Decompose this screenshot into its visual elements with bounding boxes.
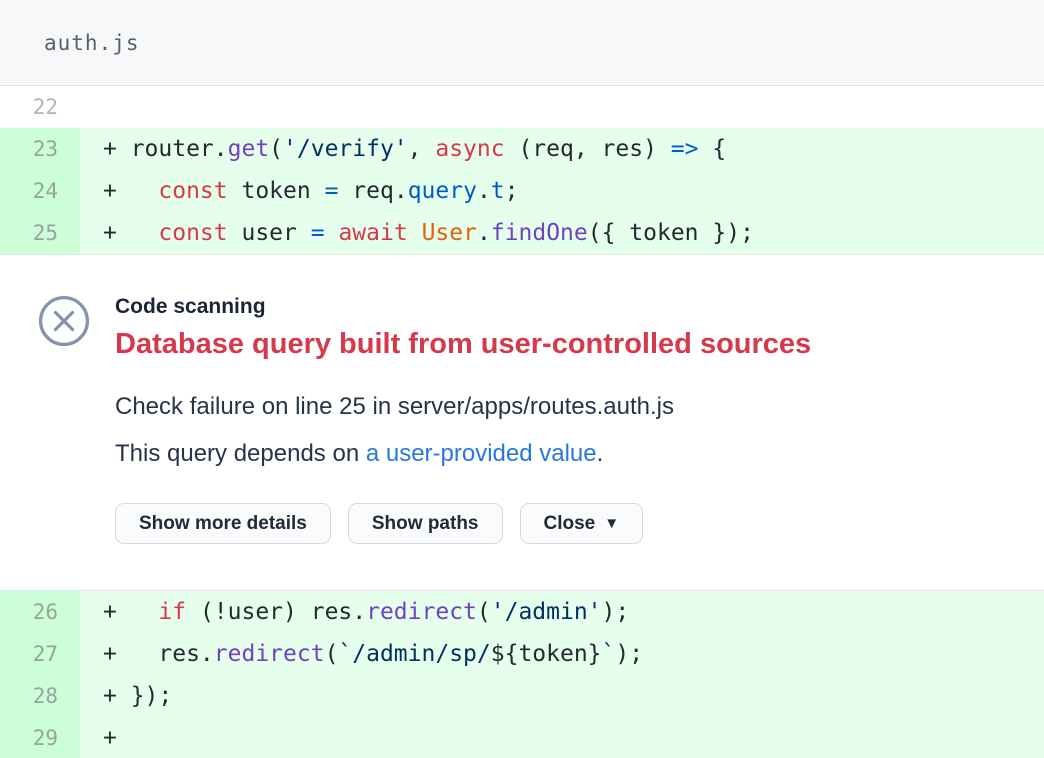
code-content — [80, 86, 1044, 128]
code-token: ); — [615, 641, 643, 667]
code-token: `/admin/sp/ — [338, 641, 490, 667]
diff-line-23: 23+ router.get('/verify', async (req, re… — [0, 128, 1044, 170]
code-token: + — [103, 220, 158, 246]
code-content: + router.get('/verify', async (req, res)… — [80, 128, 1044, 170]
code-token: ({ token }); — [588, 220, 754, 246]
code-token: (!user) res. — [186, 599, 366, 625]
code-token — [408, 220, 422, 246]
diff-block-before: 2223+ router.get('/verify', async (req, … — [0, 86, 1044, 254]
alert-title: Database query built from user-controlle… — [115, 328, 1004, 361]
diff-block-after: 26+ if (!user) res.redirect('/admin');27… — [0, 591, 1044, 758]
code-token: user — [228, 220, 311, 246]
code-token: (req, res) — [505, 136, 671, 162]
code-token: token — [228, 178, 325, 204]
code-token: req. — [338, 178, 407, 204]
line-number: 23 — [0, 128, 80, 170]
code-token: ( — [477, 599, 491, 625]
code-token: + res. — [103, 641, 214, 667]
diff-line-29: 29 + — [0, 717, 1044, 758]
file-header: auth.js — [0, 0, 1044, 86]
code-token: = — [311, 220, 325, 246]
code-token: ( — [325, 641, 339, 667]
code-token: User — [422, 220, 477, 246]
code-scanning-alert: Code scanning Database query built from … — [0, 254, 1044, 591]
diff-line-22: 22 — [0, 86, 1044, 128]
line-number: 29 — [0, 717, 80, 758]
code-content: + if (!user) res.redirect('/admin'); — [80, 591, 1044, 633]
description-prefix: This query depends on — [115, 440, 366, 467]
code-token: ); — [602, 599, 630, 625]
diff-line-28: 28 + }); — [0, 675, 1044, 717]
code-token: . — [477, 178, 491, 204]
show-paths-button[interactable]: Show paths — [348, 503, 503, 544]
alert-tool-label: Code scanning — [115, 295, 1004, 319]
alert-detail-text: Check failure on line 25 in server/apps/… — [115, 393, 1004, 421]
show-more-details-button[interactable]: Show more details — [115, 503, 331, 544]
user-provided-value-link[interactable]: a user-provided value — [366, 440, 597, 467]
code-token: => — [671, 136, 699, 162]
code-content: + — [80, 717, 1044, 758]
code-token: + }); — [103, 683, 172, 709]
code-content: + }); — [80, 675, 1044, 717]
code-token: + router. — [103, 136, 228, 162]
file-name: auth.js — [44, 31, 140, 55]
code-content: + const token = req.query.t; — [80, 170, 1044, 212]
code-token: if — [158, 599, 186, 625]
diff-line-26: 26+ if (!user) res.redirect('/admin'); — [0, 591, 1044, 633]
dropdown-caret-icon: ▼ — [604, 515, 619, 532]
code-token: = — [325, 178, 339, 204]
close-button-label: Close — [544, 513, 596, 535]
code-token: ( — [269, 136, 283, 162]
code-token: await — [338, 220, 407, 246]
code-token: redirect — [214, 641, 325, 667]
code-token: + — [103, 725, 117, 751]
code-token: ` — [602, 641, 616, 667]
line-number: 25 — [0, 212, 80, 254]
code-token: const — [158, 220, 227, 246]
code-token: const — [158, 178, 227, 204]
alert-description: This query depends on a user-provided va… — [115, 440, 1004, 468]
line-number: 27 — [0, 633, 80, 675]
code-token: t — [491, 178, 505, 204]
code-content: + const user = await User.findOne({ toke… — [80, 212, 1044, 254]
code-token: get — [228, 136, 270, 162]
code-token: findOne — [491, 220, 588, 246]
code-token: '/verify' — [283, 136, 408, 162]
code-token: redirect — [366, 599, 477, 625]
line-number: 28 — [0, 675, 80, 717]
diff-line-24: 24+ const token = req.query.t; — [0, 170, 1044, 212]
diff-line-25: 25+ const user = await User.findOne({ to… — [0, 212, 1044, 254]
code-token: async — [435, 136, 504, 162]
line-number: 26 — [0, 591, 80, 633]
code-token: query — [408, 178, 477, 204]
close-dropdown-button[interactable]: Close ▼ — [520, 503, 644, 544]
code-token: { — [698, 136, 726, 162]
code-token: + — [103, 599, 158, 625]
code-content: + res.redirect(`/admin/sp/${token}`); — [80, 633, 1044, 675]
code-token: . — [477, 220, 491, 246]
code-token: + — [103, 178, 158, 204]
line-number: 22 — [0, 86, 80, 128]
code-token: , — [408, 136, 436, 162]
description-suffix: . — [597, 440, 604, 467]
line-number: 24 — [0, 170, 80, 212]
failure-x-circle-icon — [38, 295, 90, 347]
alert-actions: Show more details Show paths Close ▼ — [115, 503, 1004, 544]
code-token: ${token} — [491, 641, 602, 667]
alert-body: Code scanning Database query built from … — [115, 295, 1004, 590]
code-token — [325, 220, 339, 246]
diff-line-27: 27+ res.redirect(`/admin/sp/${token}`); — [0, 633, 1044, 675]
code-token: ; — [505, 178, 519, 204]
code-token: '/admin' — [491, 599, 602, 625]
